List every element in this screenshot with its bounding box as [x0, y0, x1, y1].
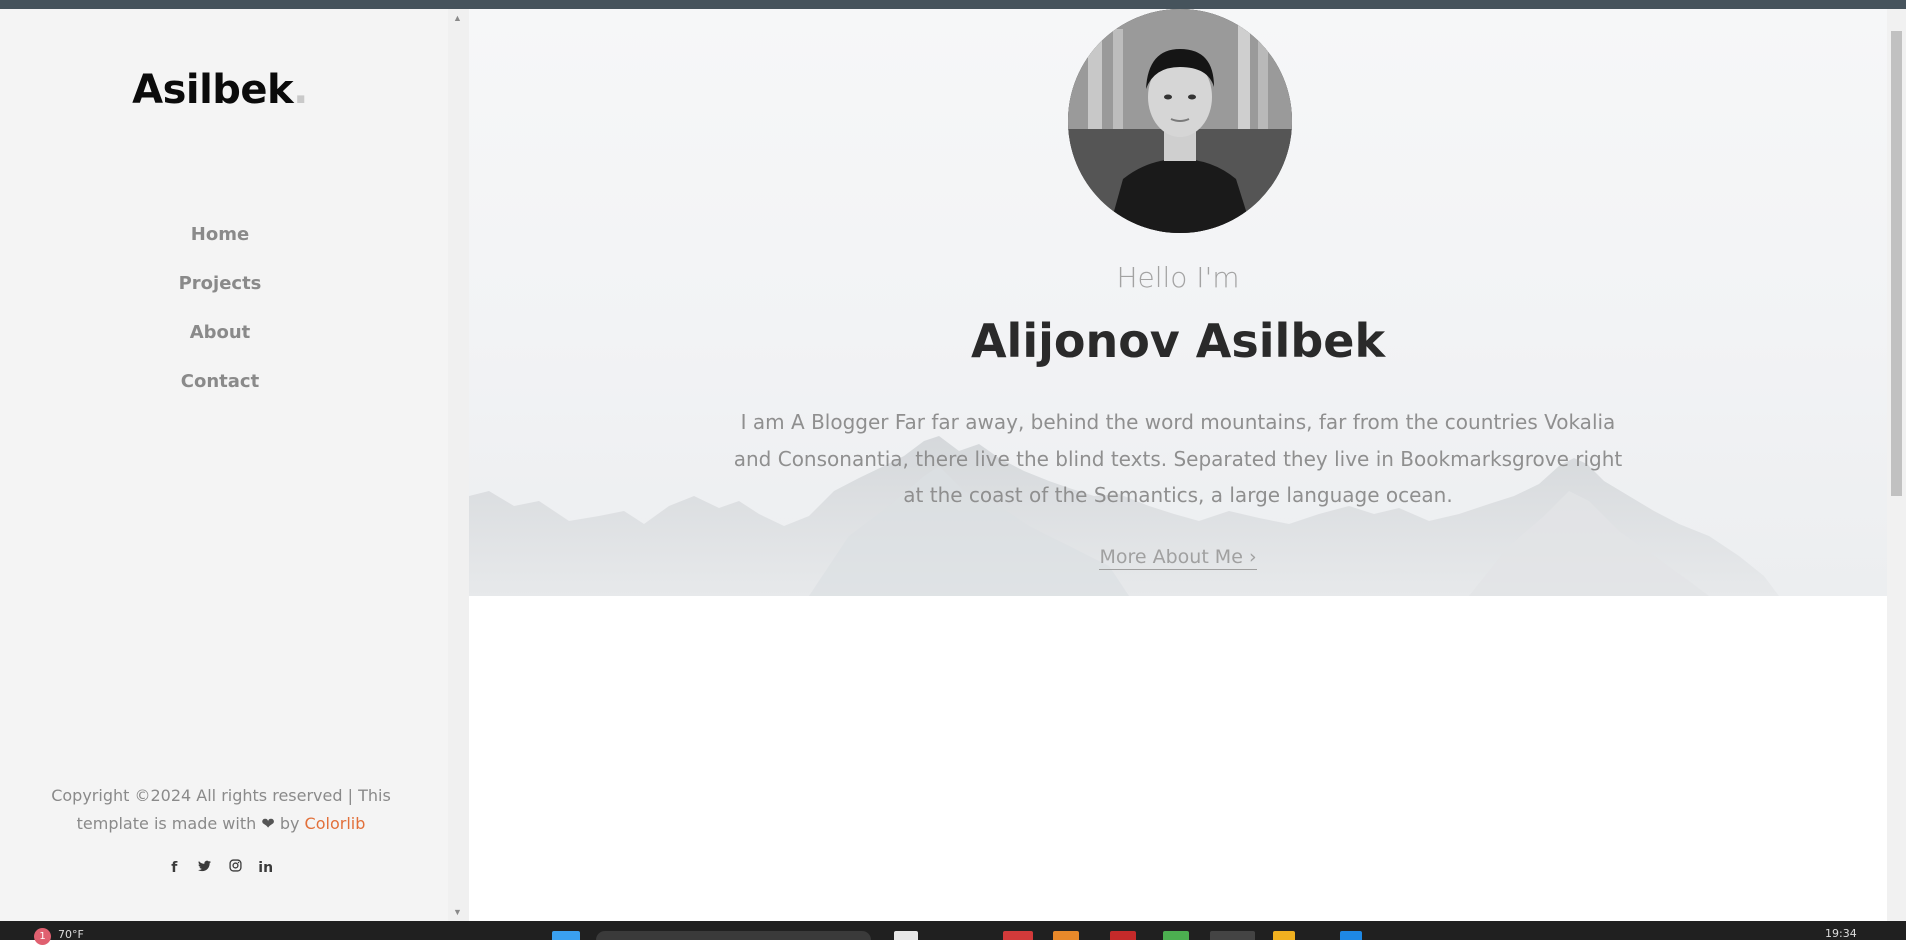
chevron-right-icon: › [1248, 546, 1257, 568]
linkedin-icon[interactable]: in [253, 860, 279, 876]
nav-about[interactable]: About [0, 315, 440, 364]
profile-photo [1068, 9, 1292, 233]
more-about-label[interactable]: More About Me › [1099, 546, 1257, 570]
page-scrollbar-thumb[interactable] [1891, 31, 1902, 496]
facebook-icon[interactable]: f [161, 860, 187, 876]
app-icon[interactable] [1273, 931, 1295, 940]
hero-name: Alijonov Asilbek [970, 314, 1386, 368]
weather-temperature[interactable]: 70°F [58, 928, 84, 941]
site-logo[interactable]: Asilbek. [0, 67, 440, 113]
hero-bio: I am A Blogger Far far away, behind the … [733, 410, 1623, 507]
main-nav: Home Projects About Contact [0, 217, 440, 413]
logo-text[interactable]: Asilbek [132, 67, 294, 113]
windows-start-icon[interactable] [552, 931, 580, 940]
logo-dot: . [293, 67, 308, 113]
nav-projects[interactable]: Projects [0, 266, 440, 315]
vscode-icon[interactable] [1340, 931, 1362, 940]
notification-badge[interactable]: 1 [34, 928, 51, 945]
folder-icon[interactable] [1053, 931, 1079, 940]
nav-home[interactable]: Home [0, 217, 440, 266]
hero-greeting: Hello I'm [1116, 261, 1240, 294]
scroll-up-arrow-icon[interactable]: ▲ [453, 13, 462, 23]
active-app-icon[interactable] [1210, 931, 1255, 940]
scroll-down-arrow-icon[interactable]: ▼ [453, 907, 462, 917]
sidebar-scrollbar[interactable]: ▲ ▼ [448, 9, 469, 921]
heart-icon: ❤ [261, 814, 275, 833]
copyright-by: by [279, 814, 300, 833]
page-scrollbar[interactable] [1887, 9, 1906, 921]
chrome-icon[interactable] [1003, 931, 1033, 940]
taskbar-clock[interactable]: 19:34 [1825, 927, 1857, 940]
nav-contact[interactable]: Contact [0, 364, 440, 413]
os-taskbar: 1 70°F 19:34 [0, 921, 1906, 945]
more-about-text[interactable]: More About Me [1099, 546, 1242, 568]
colorlib-link[interactable]: Colorlib [305, 814, 366, 833]
app-icon[interactable] [1110, 931, 1136, 940]
search-box[interactable] [596, 931, 871, 940]
sidebar: Asilbek. Home Projects About Contact Cop… [0, 9, 448, 921]
main-content: Hello I'm Alijonov Asilbek I am A Blogge… [469, 9, 1887, 921]
app-icon[interactable] [1163, 931, 1189, 940]
more-about-link[interactable]: More About Me › [469, 546, 1887, 570]
file-explorer-icon[interactable] [894, 931, 918, 940]
instagram-icon[interactable] [222, 859, 248, 876]
window-top-bar [0, 0, 1906, 9]
hero-section: Hello I'm Alijonov Asilbek I am A Blogge… [469, 9, 1887, 596]
copyright: Copyright ©2024 All rights reserved | Th… [40, 782, 402, 838]
twitter-icon[interactable] [192, 860, 218, 876]
social-links: f in [0, 859, 440, 877]
